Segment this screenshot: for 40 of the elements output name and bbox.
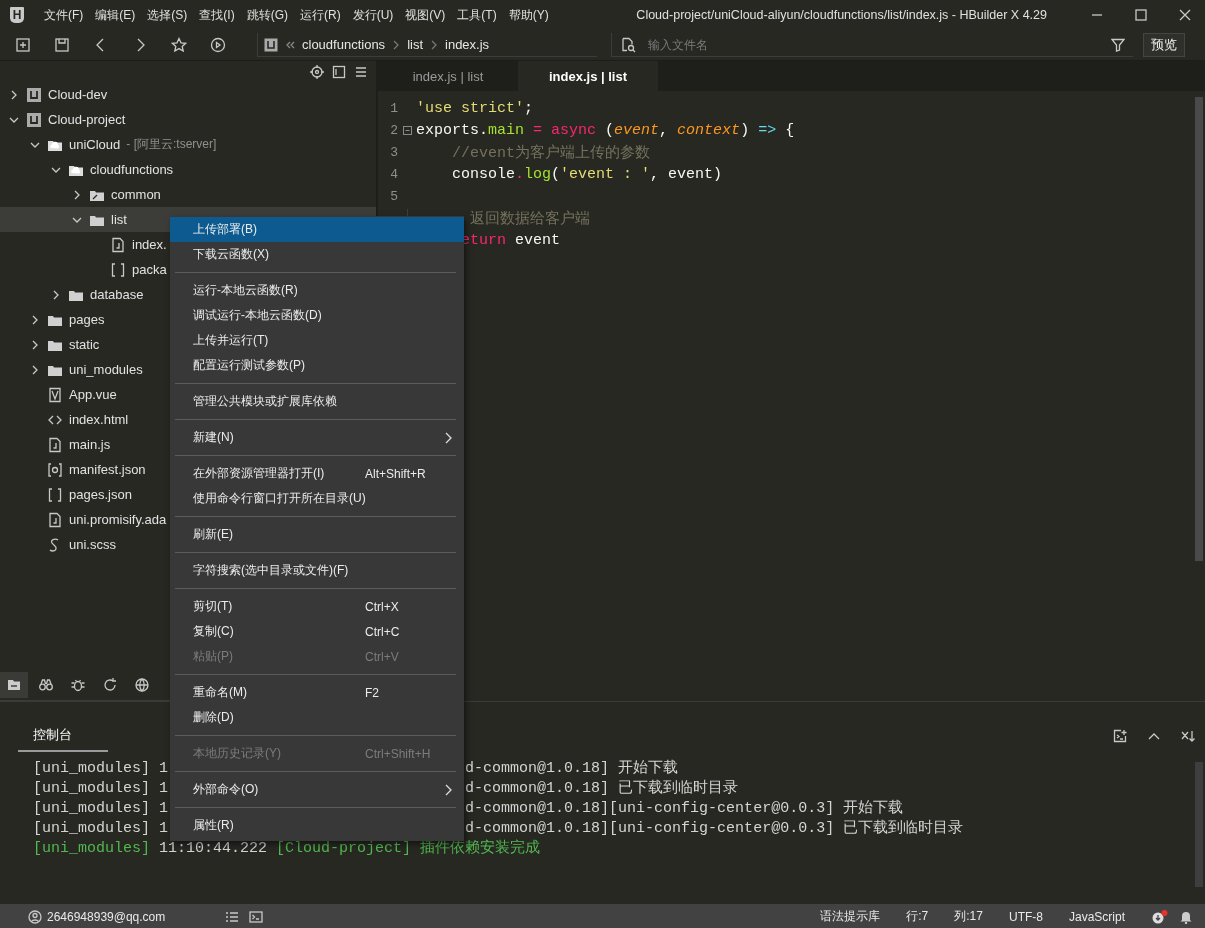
line-number: 3: [389, 144, 398, 160]
item-label: pages.json: [69, 487, 132, 502]
item-label: list: [111, 212, 127, 227]
console-text: d-common@1.0.18] 开始下载: [465, 760, 679, 777]
app-logo: H: [10, 7, 24, 23]
line-number: 4: [389, 166, 398, 182]
item-label: index.: [132, 237, 167, 252]
item-label: uni.promisify.ada: [69, 512, 167, 527]
code-line: 'use strict';: [416, 99, 534, 117]
item-label: cloudfunctions: [90, 162, 174, 177]
console-text: d-common@1.0.18][uni-config-center@0.0.3] 已下载到临时目录: [465, 820, 964, 837]
code-line: exports.main = async (event, context) => {: [416, 121, 795, 139]
item-label: manifest.json: [69, 462, 146, 477]
console-text: [uni_modules] 1: [33, 760, 169, 777]
item-label: pages: [69, 312, 105, 327]
item-label: uniCloud: [69, 137, 121, 152]
item-label: database: [90, 287, 144, 302]
item-label: common: [111, 187, 161, 202]
window-title: Cloud-project/uniCloud-aliyun/cloudfunctions/list/index.js - HBuilder X 4.29: [635, 8, 1048, 22]
item-label: uni.scss: [69, 537, 116, 552]
console-text: d-common@1.0.18][uni-config-center@0.0.3] 开始下载: [465, 800, 904, 817]
console-text: [uni_modules] 1: [33, 800, 169, 817]
item-note: - [阿里云:tserver]: [126, 136, 217, 153]
line-number: 5: [389, 188, 398, 204]
console-text: [uni_modules] 1: [33, 820, 169, 837]
code-line: 返回数据给客户端: [469, 209, 590, 228]
code-line: //event为客户端上传的参数: [451, 143, 651, 162]
code-line: console.log('event : ', event): [451, 165, 723, 183]
console-text: d-common@1.0.18] 已下载到临时目录: [465, 780, 739, 797]
item-label: main.js: [69, 437, 111, 452]
item-label: packa: [132, 262, 167, 277]
item-label: Cloud-dev: [48, 87, 108, 102]
console-text: [uni_modules] 1: [33, 780, 169, 797]
item-label: Cloud-project: [48, 112, 126, 127]
item-label: static: [69, 337, 100, 352]
line-number: 2: [389, 122, 398, 138]
line-number: 1: [389, 100, 398, 116]
item-label: index.html: [69, 412, 129, 427]
item-label: App.vue: [69, 387, 117, 402]
item-label: uni_modules: [69, 362, 143, 377]
